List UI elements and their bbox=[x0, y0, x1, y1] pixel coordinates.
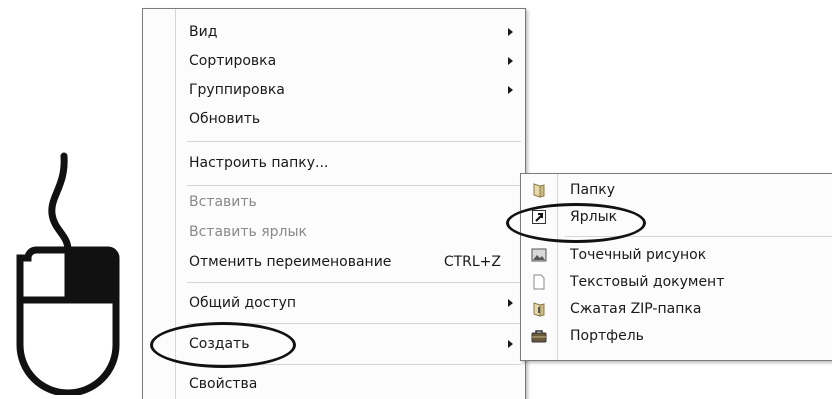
menu-item-label: Сортировка bbox=[189, 53, 277, 69]
submenu-item-label: Папку bbox=[570, 182, 616, 198]
submenu-separator bbox=[565, 236, 832, 237]
menu-item-label: Общий доступ bbox=[189, 295, 297, 311]
submenu-arrow-icon bbox=[508, 340, 513, 348]
menu-item-view[interactable]: Вид bbox=[189, 20, 521, 44]
submenu-item-bitmap[interactable]: Точечный рисунок bbox=[521, 242, 832, 268]
menu-item-shortcut: CTRL+Z bbox=[443, 254, 501, 270]
submenu-item-folder[interactable]: Папку bbox=[521, 177, 832, 203]
menu-item-label: Свойства bbox=[189, 376, 258, 392]
menu-item-properties[interactable]: Свойства bbox=[189, 372, 521, 396]
zip-folder-icon bbox=[533, 302, 545, 317]
create-submenu: Папку Ярлык Точечный рисунок Текстовый д… bbox=[520, 173, 832, 361]
menu-item-group[interactable]: Группировка bbox=[189, 78, 521, 102]
menu-separator bbox=[187, 185, 521, 186]
menu-separator bbox=[187, 323, 521, 324]
submenu-item-label: Сжатая ZIP-папка bbox=[570, 301, 702, 317]
menu-item-label: Настроить папку... bbox=[189, 155, 329, 171]
submenu-item-label: Ярлык bbox=[570, 209, 618, 225]
menu-item-customize-folder[interactable]: Настроить папку... bbox=[189, 151, 521, 175]
menu-item-refresh[interactable]: Обновить bbox=[189, 107, 521, 131]
menu-item-share[interactable]: Общий доступ bbox=[189, 291, 521, 315]
bitmap-image-icon bbox=[531, 248, 547, 262]
menu-separator bbox=[187, 141, 521, 142]
menu-item-create[interactable]: Создать bbox=[189, 332, 521, 356]
submenu-arrow-icon bbox=[508, 28, 513, 36]
text-document-icon bbox=[533, 274, 545, 290]
menu-item-paste: Вставить bbox=[189, 190, 521, 214]
menu-item-label: Отменить переименование bbox=[189, 254, 392, 270]
submenu-item-briefcase[interactable]: Портфель bbox=[521, 323, 832, 349]
submenu-item-label: Точечный рисунок bbox=[570, 247, 707, 263]
briefcase-icon bbox=[531, 330, 547, 343]
menu-item-label: Вставить bbox=[189, 194, 257, 210]
submenu-item-label: Портфель bbox=[570, 328, 644, 344]
menu-item-label: Вставить ярлык bbox=[189, 224, 308, 240]
menu-item-label: Создать bbox=[189, 336, 250, 352]
submenu-item-shortcut[interactable]: Ярлык bbox=[521, 204, 832, 230]
context-menu: Вид Сортировка Группировка Обновить Наст… bbox=[142, 8, 526, 399]
mouse-right-click-icon bbox=[16, 152, 120, 395]
submenu-arrow-icon bbox=[508, 57, 513, 65]
submenu-item-zip-folder[interactable]: Сжатая ZIP-папка bbox=[521, 296, 832, 322]
submenu-item-label: Текстовый документ bbox=[570, 274, 725, 290]
submenu-item-text-document[interactable]: Текстовый документ bbox=[521, 269, 832, 295]
menu-item-label: Обновить bbox=[189, 111, 261, 127]
shortcut-icon bbox=[532, 210, 546, 224]
menu-item-sort[interactable]: Сортировка bbox=[189, 49, 521, 73]
folder-icon bbox=[533, 183, 545, 198]
submenu-arrow-icon bbox=[508, 86, 513, 94]
menu-item-undo-rename[interactable]: Отменить переименование CTRL+Z bbox=[189, 250, 521, 274]
menu-separator bbox=[187, 364, 521, 365]
menu-item-label: Вид bbox=[189, 24, 218, 40]
menu-icon-gutter bbox=[175, 9, 176, 399]
submenu-arrow-icon bbox=[508, 299, 513, 307]
menu-separator bbox=[187, 282, 521, 283]
menu-item-label: Группировка bbox=[189, 82, 285, 98]
menu-item-paste-shortcut: Вставить ярлык bbox=[189, 220, 521, 244]
